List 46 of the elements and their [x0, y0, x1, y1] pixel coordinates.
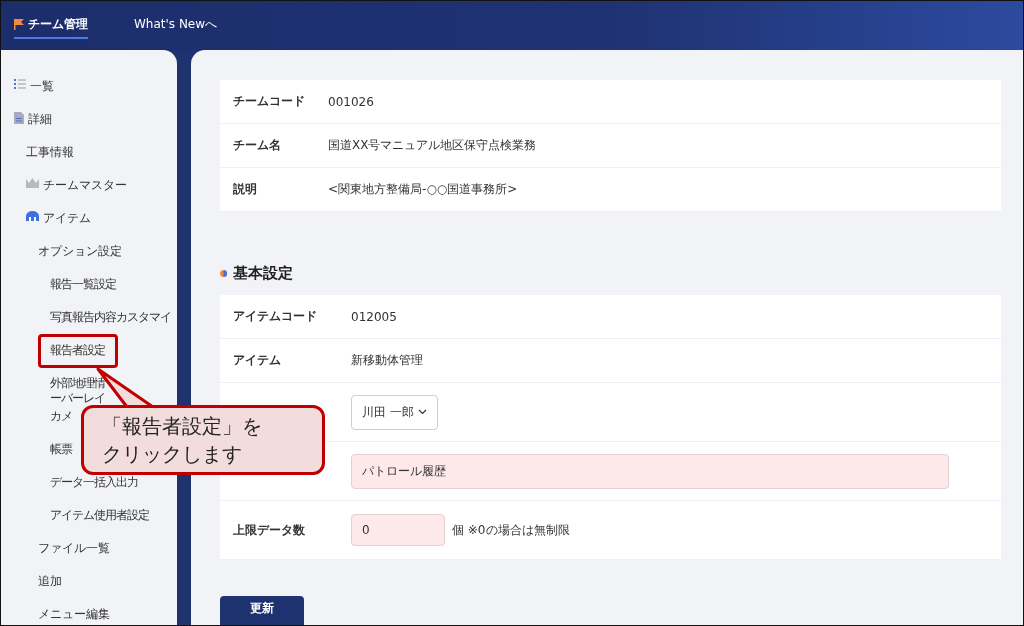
bullet-icon [220, 270, 227, 277]
field-note: 個 ※0の場合は無制限 [452, 521, 570, 539]
chevron-icon [417, 409, 427, 415]
sidebar-item[interactable]: メニュー編集 [38, 607, 110, 622]
field-value: 001026 [328, 94, 374, 109]
field-label: アイテムコード [233, 308, 318, 325]
sidebar-item[interactable]: 一覧 [30, 79, 54, 94]
sidebar-item[interactable]: 工事情報 [26, 145, 74, 160]
callout-text: クリックします [102, 441, 243, 468]
field-label: チームコード [233, 93, 306, 110]
header-tab[interactable]: What's Newへ [134, 12, 218, 39]
sidebar-item[interactable]: データ一括入出力 [50, 475, 138, 490]
sidebar-item[interactable]: オプション設定 [38, 244, 122, 259]
sidebar-item[interactable]: 詳細 [28, 112, 52, 127]
update-button[interactable]: 更新 [220, 596, 304, 625]
field-label: チーム名 [233, 137, 282, 154]
field-label: 上限データ数 [233, 521, 306, 539]
section-title: 基本設定 [233, 264, 293, 283]
header-tab[interactable]: チーム管理 [14, 12, 88, 39]
document-icon [14, 112, 24, 124]
field-value: 国道XX号マニュアル地区保守点検業務 [328, 137, 537, 154]
sidebar-item[interactable]: アイテム使用者設定 [50, 508, 149, 523]
sidebar-item[interactable]: 報告者設定 [50, 343, 105, 358]
sidebar-item[interactable]: ーバーレイ [50, 391, 105, 406]
sidebar-item[interactable]: チームマスター [43, 178, 127, 193]
field-label: アイテム [233, 352, 282, 369]
callout-text: 「報告者設定」を [102, 413, 263, 440]
flag-icon [14, 19, 24, 30]
sidebar-item[interactable]: 帳票 [50, 442, 72, 457]
sidebar-item[interactable]: 外部地理情 [50, 376, 105, 391]
field-value: 012005 [351, 309, 397, 324]
sidebar-item[interactable]: 報告一覧設定 [50, 277, 116, 292]
store-icon [26, 211, 39, 221]
sidebar-item[interactable]: アイテム [43, 211, 91, 226]
field-value: 新移動体管理 [351, 352, 423, 369]
user-select[interactable]: 川田 一郎 [351, 394, 438, 430]
list-icon [14, 79, 26, 89]
field-label: 説明 [233, 181, 258, 198]
field-value: <関東地方整備局-○○国道事務所> [328, 181, 518, 198]
sidebar-item[interactable]: 追加 [38, 574, 62, 589]
sidebar-item[interactable]: 写真報告内容カスタマイ [50, 310, 171, 325]
input-field[interactable]: 0 [351, 514, 445, 546]
input-field[interactable]: パトロール履歴 [351, 453, 949, 489]
sidebar-item[interactable]: カメ [50, 409, 72, 424]
sidebar-item[interactable]: ファイル一覧 [38, 541, 110, 556]
crown-icon [26, 178, 39, 188]
